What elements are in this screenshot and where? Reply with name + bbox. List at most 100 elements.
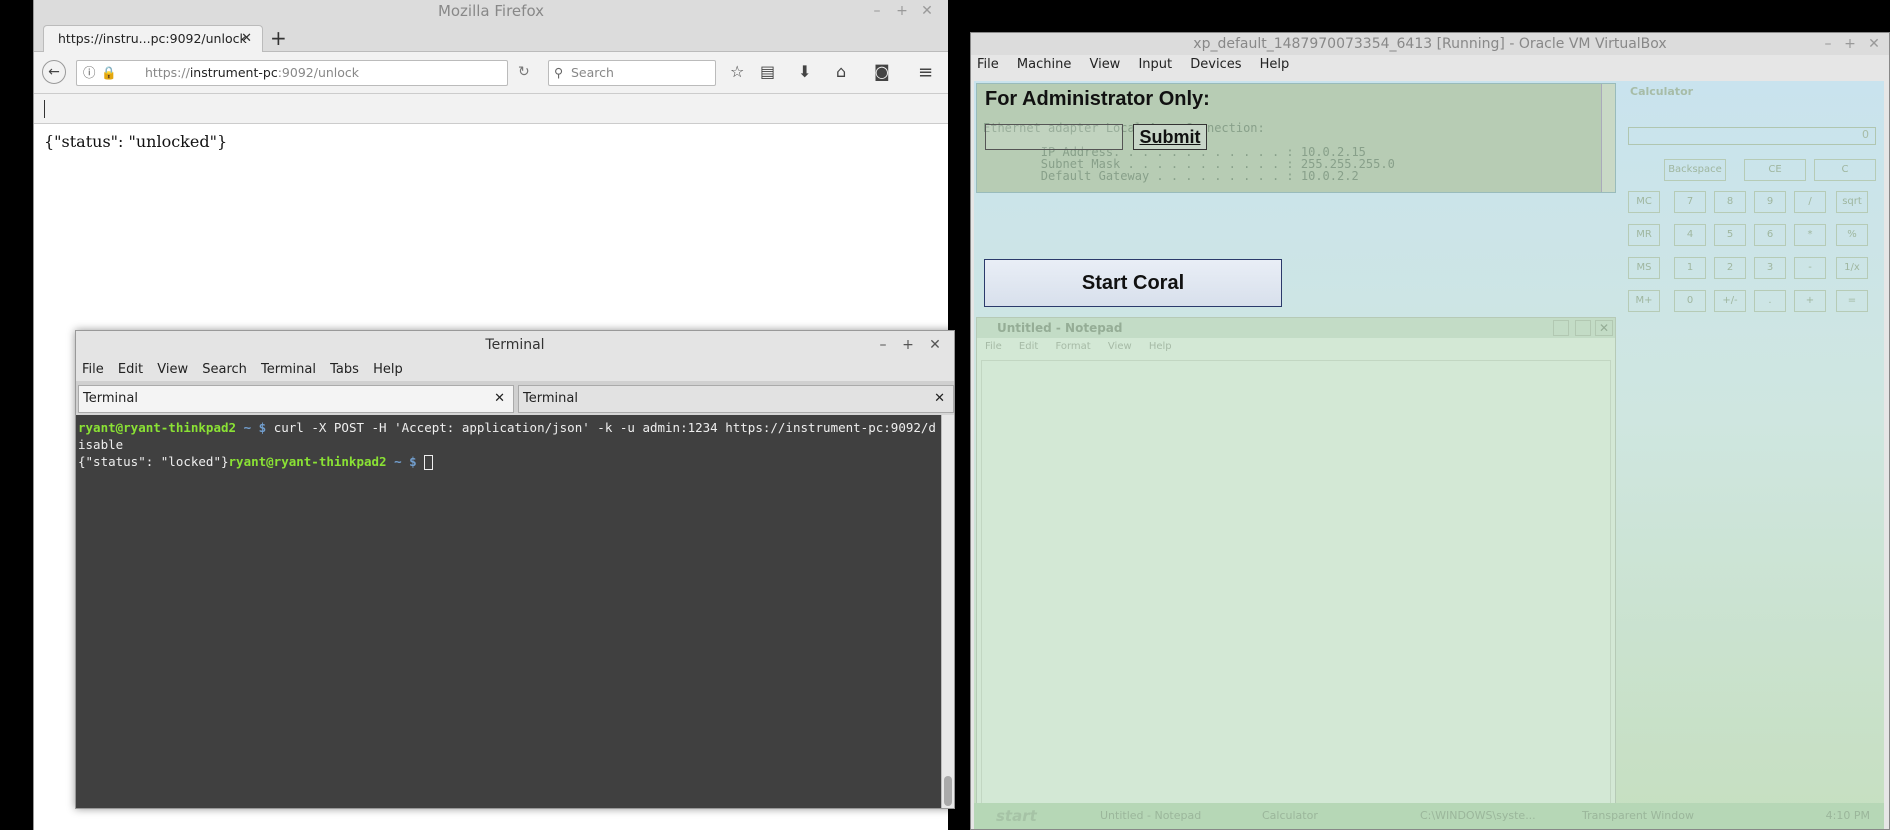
notepad-text-area[interactable] (981, 360, 1611, 829)
calc-key-button[interactable]: 0 (1674, 290, 1706, 312)
calc-key-button[interactable]: * (1794, 224, 1826, 246)
menu-file[interactable]: File (977, 57, 999, 72)
calc-key-button[interactable]: 7 (1674, 191, 1706, 213)
firefox-tab-title: https://instru...pc:9092/unlock (58, 31, 247, 46)
hamburger-menu-icon[interactable]: ≡ (918, 62, 933, 83)
menu-file[interactable]: File (82, 362, 104, 377)
calc-key-button[interactable]: M+ (1628, 290, 1660, 312)
calc-key-button[interactable]: sqrt (1836, 191, 1868, 213)
terminal-tabs: Terminal ✕ Terminal ✕ (76, 381, 954, 413)
menu-tabs[interactable]: Tabs (330, 362, 359, 377)
close-icon[interactable]: ✕ (916, 0, 938, 22)
taskbar-clock: 4:10 PM (1825, 809, 1870, 822)
terminal-screen[interactable]: ryant@ryant-thinkpad2 ~ $ curl -X POST -… (76, 415, 942, 808)
tab-close-icon[interactable]: ✕ (241, 26, 252, 52)
terminal-scrollbar[interactable] (941, 415, 954, 808)
terminal-menubar: File Edit View Search Terminal Tabs Help (76, 359, 954, 381)
close-icon[interactable]: ✕ (1863, 33, 1885, 55)
calc-backspace-button[interactable]: Backspace (1664, 159, 1726, 181)
taskbar-item-cmd[interactable]: C:\WINDOWS\syste... (1404, 806, 1536, 826)
start-coral-button[interactable]: Start Coral (984, 259, 1282, 307)
terminal-tab-1[interactable]: Terminal ✕ (78, 385, 514, 413)
menu-edit[interactable]: Edit (118, 362, 143, 377)
calc-key-button[interactable]: - (1794, 257, 1826, 279)
tab-close-icon[interactable]: ✕ (934, 386, 945, 412)
calc-ce-button[interactable]: CE (1744, 159, 1806, 181)
calc-key-button[interactable]: MS (1628, 257, 1660, 279)
search-icon: ⚲ (554, 65, 564, 80)
bookmarks-menu-icon[interactable]: ▤ (760, 62, 775, 81)
home-icon[interactable]: ⌂ (836, 62, 846, 81)
terminal-tab-2[interactable]: Terminal ✕ (518, 385, 954, 413)
calc-key-button[interactable]: 6 (1754, 224, 1786, 246)
minimize-icon[interactable] (1553, 320, 1569, 336)
menu-machine[interactable]: Machine (1017, 57, 1071, 72)
virtualbox-window-title: xp_default_1487970073354_6413 [Running] … (1193, 36, 1667, 52)
notepad-menu-format[interactable]: Format (1055, 341, 1090, 352)
menu-help[interactable]: Help (1260, 57, 1290, 72)
prompt-dir: ~ $ (243, 420, 267, 435)
bookmark-star-icon[interactable]: ☆ (730, 62, 744, 81)
maximize-icon[interactable]: + (891, 0, 913, 22)
url-bar[interactable]: ⓘ 🔒 https://instrument-pc:9092/unlock (76, 60, 508, 86)
reload-icon[interactable]: ↻ (518, 64, 530, 80)
calc-key-button[interactable]: % (1836, 224, 1868, 246)
calc-key-button[interactable]: = (1836, 290, 1868, 312)
calc-key-button[interactable]: +/- (1714, 290, 1746, 312)
scrollbar-thumb[interactable] (944, 776, 952, 806)
maximize-icon[interactable]: + (1839, 33, 1861, 55)
menu-help[interactable]: Help (373, 362, 403, 377)
notepad-menu-view[interactable]: View (1108, 341, 1132, 352)
tab-close-icon[interactable]: ✕ (494, 386, 505, 412)
maximize-icon[interactable] (1575, 320, 1591, 336)
menu-view[interactable]: View (157, 362, 188, 377)
calc-key-button[interactable]: + (1794, 290, 1826, 312)
calc-key-button[interactable]: 5 (1714, 224, 1746, 246)
pocket-icon[interactable]: ◙ (874, 62, 890, 81)
new-tab-icon[interactable]: + (270, 25, 287, 51)
info-icon[interactable]: ⓘ (83, 61, 96, 85)
guest-screen[interactable]: Calculator 0 Backspace CE C MC 7 8 9 / sqrt MR… (974, 81, 1884, 829)
back-icon[interactable]: ← (42, 60, 66, 84)
calc-key-button[interactable]: 2 (1714, 257, 1746, 279)
calc-key-button[interactable]: 9 (1754, 191, 1786, 213)
admin-password-input[interactable] (985, 124, 1123, 150)
close-icon[interactable]: ✕ (924, 334, 946, 356)
notepad-menu-file[interactable]: File (985, 341, 1002, 352)
calc-key-button[interactable]: 3 (1754, 257, 1786, 279)
calc-key-button[interactable]: MR (1628, 224, 1660, 246)
calc-key-button[interactable]: . (1754, 290, 1786, 312)
calc-key-button[interactable]: MC (1628, 191, 1660, 213)
calculator-display: 0 (1628, 127, 1876, 145)
minimize-icon[interactable]: – (872, 334, 894, 356)
menu-devices[interactable]: Devices (1190, 57, 1241, 72)
minimize-icon[interactable]: – (1817, 33, 1839, 55)
menu-view[interactable]: View (1089, 57, 1120, 72)
close-icon[interactable]: ✕ (1595, 320, 1613, 336)
calc-key-button[interactable]: 8 (1714, 191, 1746, 213)
firefox-tab[interactable]: https://instru...pc:9092/unlock ✕ (43, 25, 263, 52)
calc-c-button[interactable]: C (1814, 159, 1876, 181)
notepad-menu-edit[interactable]: Edit (1019, 341, 1038, 352)
search-input[interactable]: ⚲ Search (548, 60, 716, 86)
submit-button[interactable]: Submit (1133, 124, 1207, 150)
downloads-icon[interactable]: ⬇ (798, 62, 811, 81)
taskbar-item-notepad[interactable]: Untitled - Notepad (1084, 806, 1201, 826)
start-button[interactable]: start (980, 803, 1037, 829)
calc-key-button[interactable]: 1/x (1836, 257, 1868, 279)
menu-input[interactable]: Input (1138, 57, 1172, 72)
menu-search[interactable]: Search (202, 362, 247, 377)
calc-key-button[interactable]: 1 (1674, 257, 1706, 279)
menu-terminal[interactable]: Terminal (261, 362, 316, 377)
taskbar-item-transparent-window[interactable]: Transparent Window (1566, 806, 1694, 826)
maximize-icon[interactable]: + (897, 334, 919, 356)
terminal-tab-label: Terminal (523, 391, 578, 406)
calc-key-button[interactable]: 4 (1674, 224, 1706, 246)
lock-warning-icon[interactable]: 🔒 (101, 61, 117, 85)
calc-key-button[interactable]: / (1794, 191, 1826, 213)
taskbar-item-calculator[interactable]: Calculator (1246, 806, 1318, 826)
admin-scrollbar[interactable] (1601, 84, 1615, 192)
minimize-icon[interactable]: – (866, 0, 888, 22)
notepad-menu-help[interactable]: Help (1149, 341, 1172, 352)
firefox-tabbar: https://instru...pc:9092/unlock ✕ + (34, 22, 948, 52)
